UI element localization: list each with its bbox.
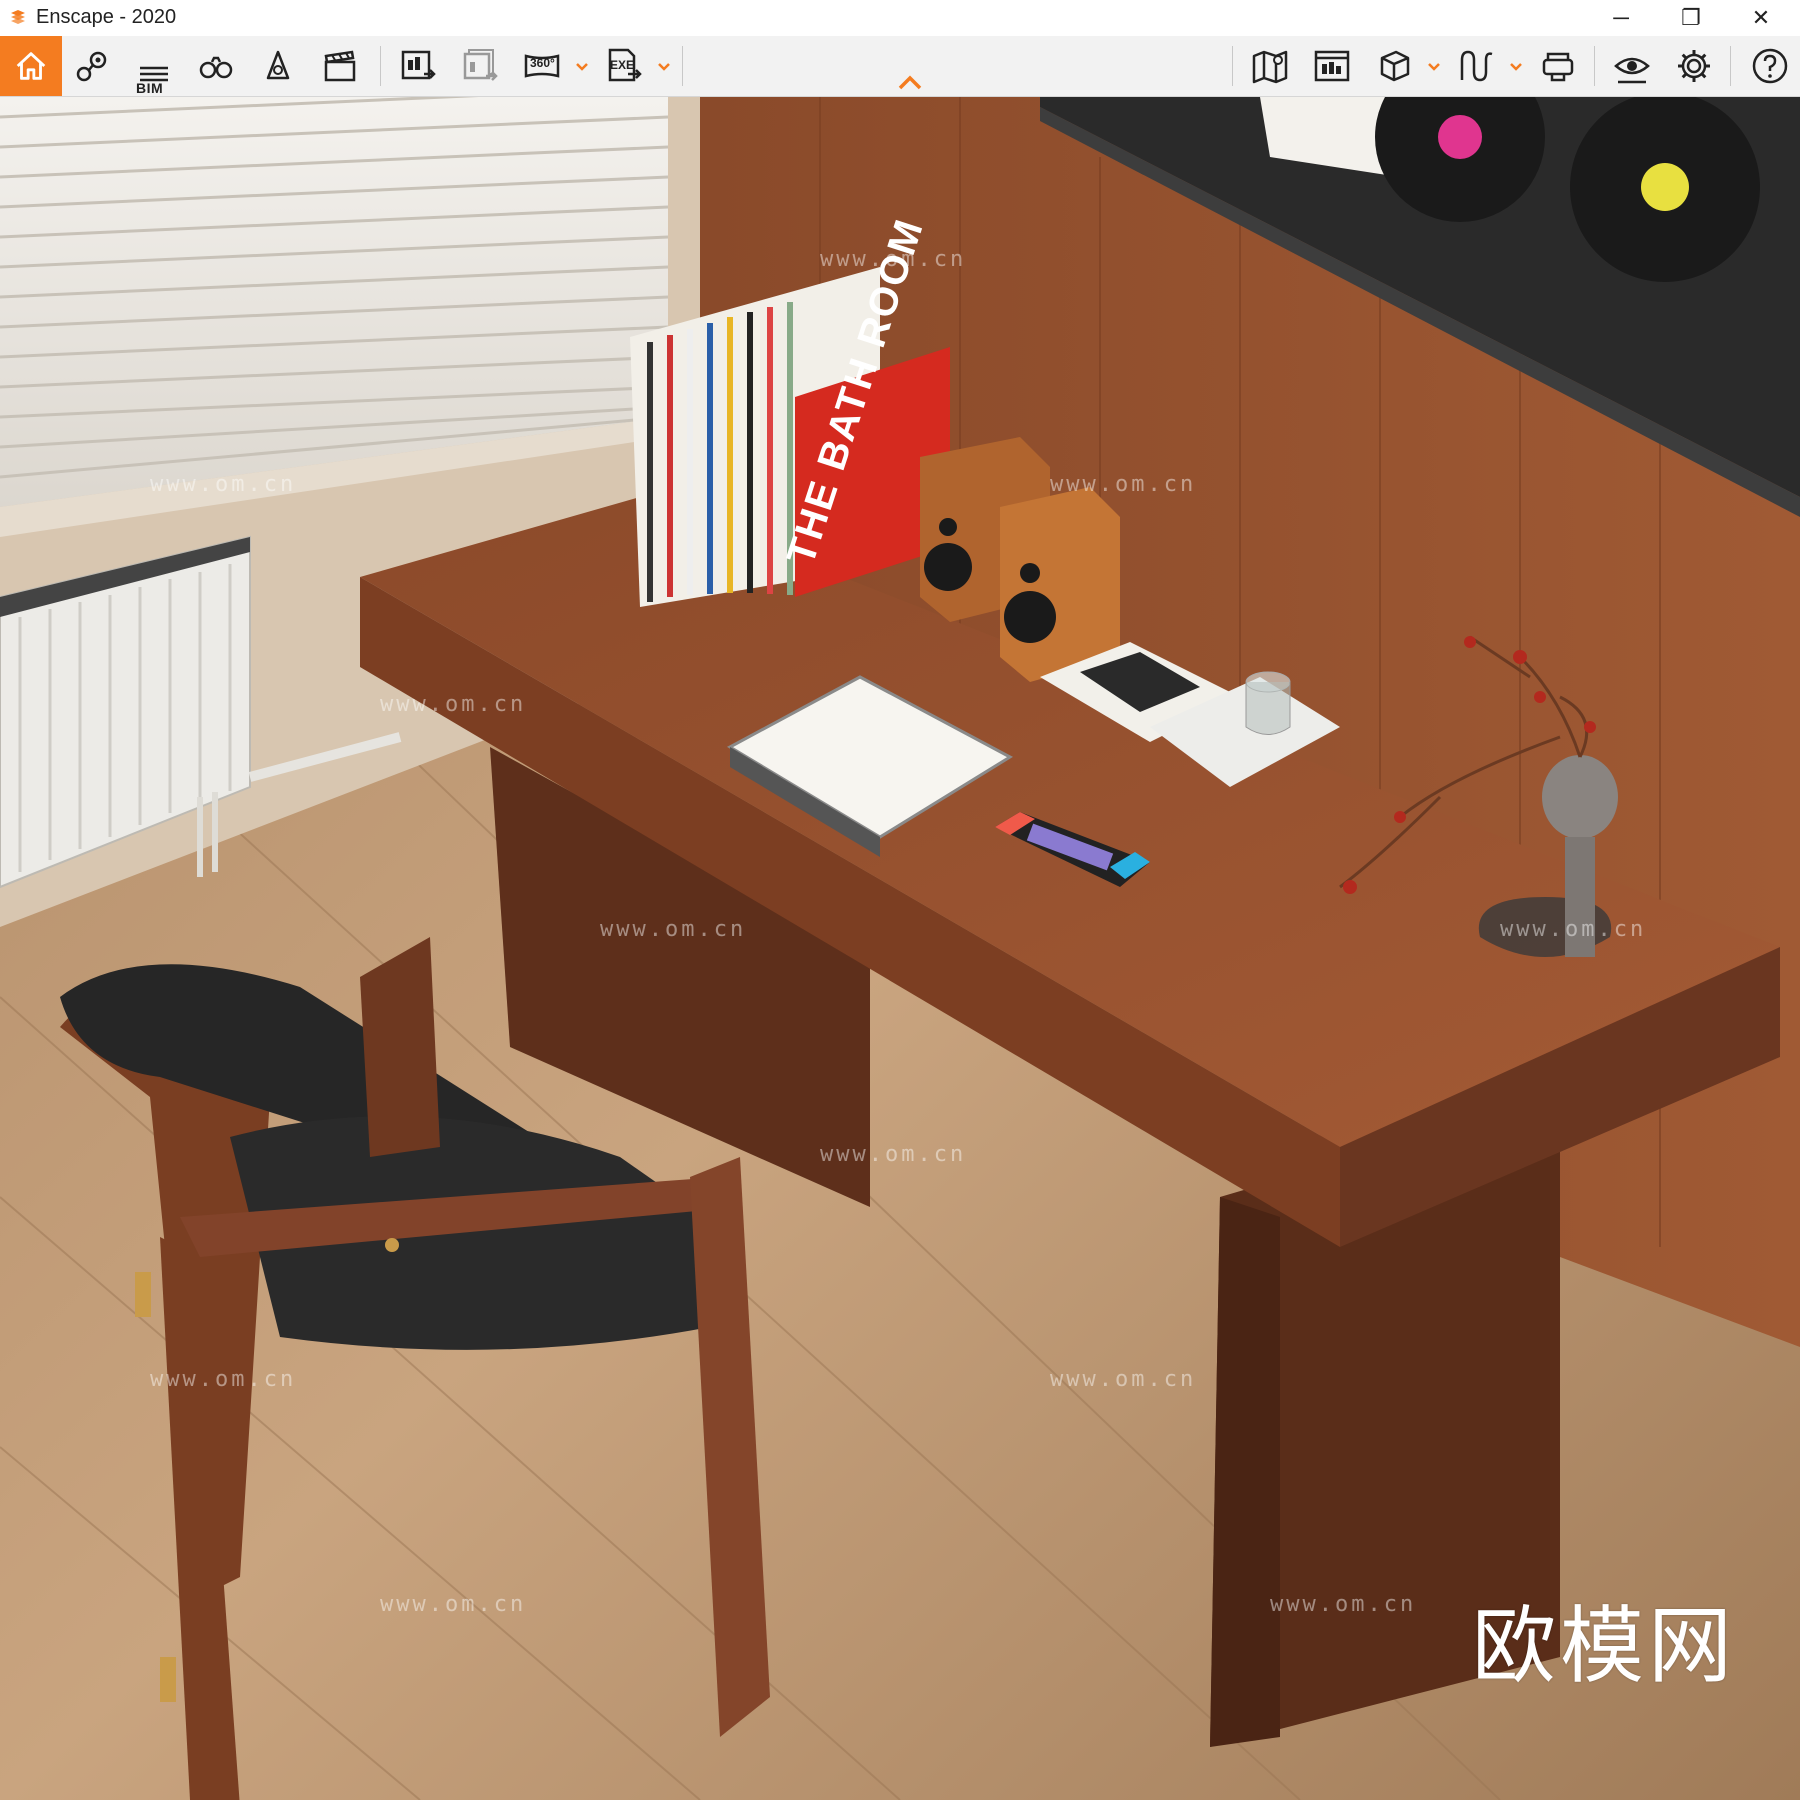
chevron-down-icon[interactable] bbox=[1508, 58, 1524, 74]
minimize-button[interactable]: ─ bbox=[1586, 0, 1656, 36]
chevron-down-icon[interactable] bbox=[1426, 58, 1442, 74]
binoculars-icon bbox=[199, 56, 233, 79]
home-button[interactable] bbox=[0, 36, 62, 96]
visual-settings-icon bbox=[1614, 57, 1650, 84]
material-editor-button[interactable] bbox=[1450, 40, 1502, 92]
map-button[interactable] bbox=[1244, 40, 1296, 92]
help-button[interactable] bbox=[1744, 40, 1796, 92]
time-of-day-button[interactable] bbox=[252, 40, 304, 92]
toolbar-separator bbox=[1232, 46, 1233, 86]
help-icon bbox=[1752, 48, 1788, 84]
watermark-url: www.om.cn bbox=[600, 917, 747, 942]
bim-label: BIM bbox=[136, 80, 164, 96]
render-image-button[interactable] bbox=[392, 40, 444, 92]
watermark-url: www.om.cn bbox=[380, 692, 527, 717]
chevron-down-icon[interactable] bbox=[656, 58, 672, 74]
batch-render-button[interactable] bbox=[454, 40, 506, 92]
close-button[interactable]: ✕ bbox=[1726, 0, 1796, 36]
toolbar-separator bbox=[380, 46, 381, 86]
title-bar: Enscape - 2020 ─ ❐ ✕ bbox=[0, 0, 1800, 36]
chevron-down-icon[interactable] bbox=[574, 58, 590, 74]
watermark-url: www.om.cn bbox=[150, 1367, 297, 1392]
asset-library-button[interactable] bbox=[1306, 40, 1358, 92]
panorama-label: 360° bbox=[530, 56, 555, 70]
toolbar-separator bbox=[1594, 46, 1595, 86]
home-icon bbox=[16, 52, 46, 80]
location-pin-icon bbox=[76, 51, 107, 82]
watermark-url: www.om.cn bbox=[150, 472, 297, 497]
render-viewport[interactable]: THE BATH ROOM www.om.cn www.om.cn www.om… bbox=[0, 97, 1800, 1800]
enscape-logo-icon bbox=[11, 10, 25, 24]
asset-library-icon bbox=[1314, 50, 1350, 82]
view-mode-button[interactable] bbox=[1368, 40, 1420, 92]
material-editor-icon bbox=[1460, 50, 1493, 82]
cube-view-icon bbox=[1380, 50, 1410, 82]
toolbar-separator bbox=[1730, 46, 1731, 86]
scene-render: THE BATH ROOM bbox=[0, 97, 1800, 1800]
vr-headset-button[interactable] bbox=[1532, 40, 1584, 92]
clapperboard-icon bbox=[324, 50, 356, 82]
watermark-url: www.om.cn bbox=[1500, 917, 1647, 942]
collapse-toolbar-icon[interactable] bbox=[896, 72, 924, 92]
map-icon bbox=[1252, 50, 1288, 84]
watermark-logo-text: 欧模网 bbox=[1471, 1597, 1736, 1695]
window-title: Enscape - 2020 bbox=[36, 6, 177, 28]
watermark-url: www.om.cn bbox=[820, 247, 967, 272]
batch-render-icon bbox=[463, 49, 498, 81]
watermark-url: www.om.cn bbox=[1270, 1592, 1417, 1617]
watermark-url: www.om.cn bbox=[1050, 1367, 1197, 1392]
render-image-icon bbox=[401, 50, 436, 80]
watermark-url: www.om.cn bbox=[380, 1592, 527, 1617]
vr-headset-icon bbox=[1542, 52, 1574, 82]
walk-mode-button[interactable] bbox=[190, 40, 242, 92]
visual-settings-button[interactable] bbox=[1606, 40, 1658, 92]
settings-button[interactable] bbox=[1668, 40, 1720, 92]
settings-gear-icon bbox=[1678, 50, 1710, 82]
maximize-button[interactable]: ❐ bbox=[1656, 0, 1726, 36]
watermark-url: www.om.cn bbox=[820, 1142, 967, 1167]
video-editor-button[interactable] bbox=[314, 40, 366, 92]
sun-icon bbox=[266, 50, 290, 80]
toolbar-separator bbox=[682, 46, 683, 86]
watermark-url: www.om.cn bbox=[1050, 472, 1197, 497]
views-button[interactable] bbox=[66, 40, 118, 92]
exe-label: EXE bbox=[610, 58, 635, 72]
